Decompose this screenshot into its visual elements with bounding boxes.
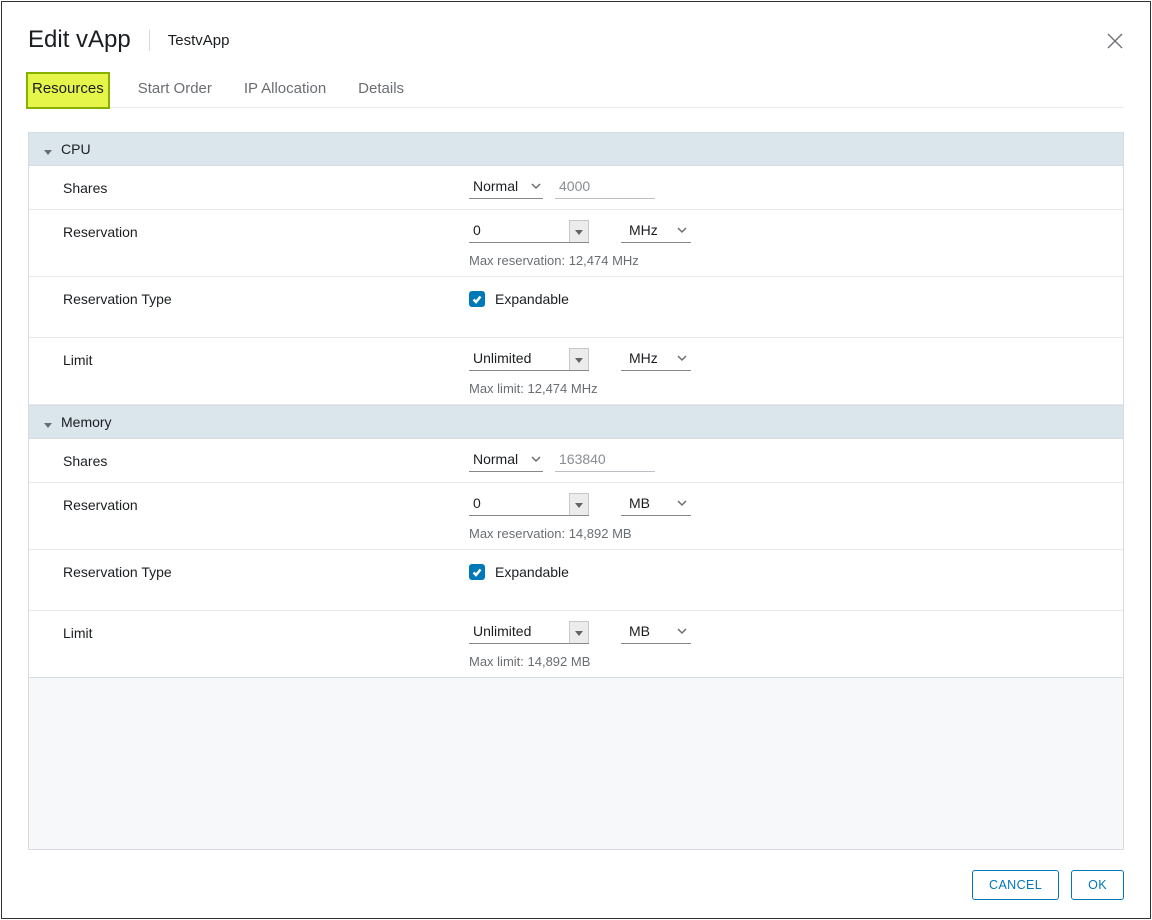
close-icon: [1106, 37, 1124, 53]
checkbox-checked-icon: [469, 291, 485, 307]
memory-section-header[interactable]: Memory: [29, 405, 1123, 439]
cpu-limit-label: Limit: [29, 346, 469, 368]
memory-limit-hint: Max limit: 14,892 MB: [469, 654, 1123, 669]
memory-expandable-checkbox[interactable]: Expandable: [469, 564, 1123, 580]
cpu-limit-input[interactable]: Unlimited: [469, 348, 589, 371]
cpu-reservation-label: Reservation: [29, 218, 469, 240]
memory-limit-row: Limit Unlimited MB Max limit: 14,892 MB: [29, 611, 1123, 678]
tab-start-order[interactable]: Start Order: [136, 74, 214, 107]
stepper-button[interactable]: [569, 493, 589, 515]
tab-resources[interactable]: Resources: [28, 74, 108, 107]
memory-reservation-type-label: Reservation Type: [29, 558, 469, 580]
cpu-limit-hint: Max limit: 12,474 MHz: [469, 381, 1123, 396]
memory-shares-level-select[interactable]: Normal: [469, 449, 543, 472]
memory-limit-unit-select[interactable]: MB: [621, 621, 691, 644]
memory-reservation-unit-select[interactable]: MB: [621, 493, 691, 516]
cpu-reservation-row: Reservation 0 MHz Max reservation: 12,47…: [29, 210, 1123, 277]
chevron-down-icon: [531, 178, 541, 194]
resources-panel: CPU Shares Normal 4000 Reservation 0: [28, 132, 1124, 850]
stepper-button[interactable]: [569, 220, 589, 242]
cpu-reservation-type-row: Reservation Type Expandable: [29, 277, 1123, 338]
tab-details[interactable]: Details: [356, 74, 406, 107]
cpu-reservation-type-label: Reservation Type: [29, 285, 469, 307]
memory-shares-value-field[interactable]: 163840: [555, 449, 655, 472]
dialog-title: Edit vApp: [28, 26, 149, 54]
cpu-section-header[interactable]: CPU: [29, 133, 1123, 166]
chevron-down-icon: [677, 623, 687, 639]
close-button[interactable]: [1106, 32, 1124, 53]
edit-vapp-dialog: Edit vApp TestvApp Resources Start Order…: [1, 1, 1151, 919]
memory-reservation-hint: Max reservation: 14,892 MB: [469, 526, 1123, 541]
cpu-reservation-input[interactable]: 0: [469, 220, 589, 243]
cancel-button[interactable]: CANCEL: [972, 870, 1059, 900]
stepper-button[interactable]: [569, 348, 589, 370]
memory-shares-label: Shares: [29, 447, 469, 469]
dialog-subtitle: TestvApp: [149, 30, 230, 51]
panel-empty-space: [29, 678, 1123, 849]
tab-ip-allocation[interactable]: IP Allocation: [242, 74, 328, 107]
memory-reservation-type-row: Reservation Type Expandable: [29, 550, 1123, 611]
cpu-limit-row: Limit Unlimited MHz Max limit: 12,474 MH…: [29, 338, 1123, 405]
cpu-reservation-unit-select[interactable]: MHz: [621, 220, 691, 243]
chevron-down-icon: [677, 495, 687, 511]
cpu-shares-level-select[interactable]: Normal: [469, 176, 543, 199]
stepper-button[interactable]: [569, 621, 589, 643]
memory-reservation-label: Reservation: [29, 491, 469, 513]
cpu-shares-row: Shares Normal 4000: [29, 166, 1123, 210]
cpu-shares-label: Shares: [29, 174, 469, 196]
chevron-down-icon: [43, 144, 53, 154]
chevron-down-icon: [43, 417, 53, 427]
dialog-header: Edit vApp TestvApp: [28, 2, 1124, 66]
chevron-down-icon: [677, 350, 687, 366]
dialog-footer: CANCEL OK: [28, 850, 1124, 900]
memory-reservation-row: Reservation 0 MB Max reservation: 14,892…: [29, 483, 1123, 550]
ok-button[interactable]: OK: [1071, 870, 1124, 900]
chevron-down-icon: [531, 451, 541, 467]
memory-section-title: Memory: [61, 414, 112, 430]
cpu-section-title: CPU: [61, 141, 91, 157]
memory-limit-input[interactable]: Unlimited: [469, 621, 589, 644]
chevron-down-icon: [677, 222, 687, 238]
memory-shares-row: Shares Normal 163840: [29, 439, 1123, 483]
cpu-expandable-checkbox[interactable]: Expandable: [469, 291, 1123, 307]
memory-limit-label: Limit: [29, 619, 469, 641]
memory-reservation-input[interactable]: 0: [469, 493, 589, 516]
cpu-limit-unit-select[interactable]: MHz: [621, 348, 691, 371]
cpu-reservation-hint: Max reservation: 12,474 MHz: [469, 253, 1123, 268]
tab-bar: Resources Start Order IP Allocation Deta…: [28, 74, 1124, 108]
cpu-shares-value-field[interactable]: 4000: [555, 176, 655, 199]
checkbox-checked-icon: [469, 564, 485, 580]
